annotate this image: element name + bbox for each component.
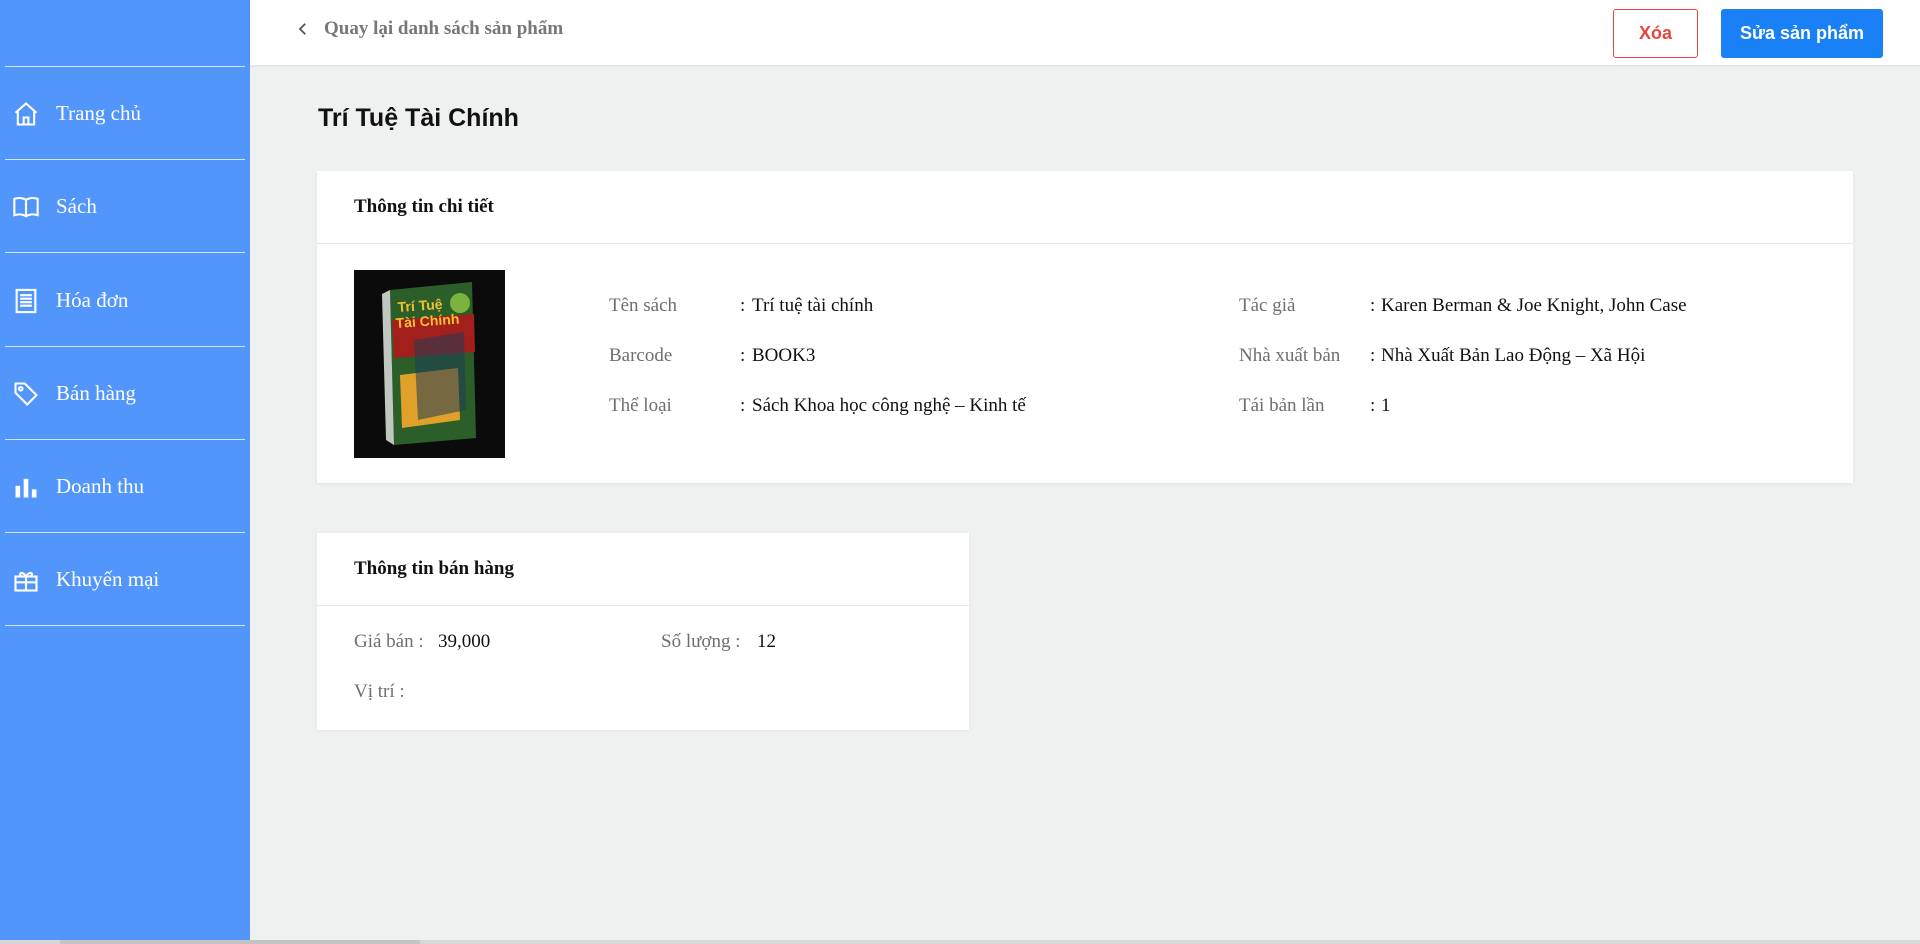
field-label-publisher: Nhà xuất bản [1239,345,1341,366]
page-title: Trí Tuệ Tài Chính [318,104,519,132]
field-value-edition: 1 [1381,395,1391,416]
sidebar-item-label: Hóa đơn [56,288,129,312]
book-icon [11,192,41,222]
horizontal-scrollbar[interactable] [0,940,1920,944]
price-label: Giá bán : [354,631,424,652]
bar-chart-icon [11,472,41,502]
sidebar-item-label: Khuyến mại [56,567,160,591]
field-value-publisher: Nhà Xuất Bản Lao Động – Xã Hội [1381,345,1646,366]
detail-card-header: Thông tin chi tiết [317,171,1853,244]
sidebar-item-promotions[interactable]: Khuyến mại [0,533,250,626]
back-link-label: Quay lại danh sách sản phẩm [324,18,564,39]
home-icon [11,99,41,129]
field-label-barcode: Barcode [609,345,673,366]
field-colon: : [740,395,746,416]
sidebar-item-label: Trang chủ [56,101,141,125]
field-colon: : [1370,395,1376,416]
sidebar-item-home[interactable]: Trang chủ [0,67,250,160]
back-link[interactable]: Quay lại danh sách sản phẩm [294,18,563,40]
sidebar-item-invoices[interactable]: Hóa đơn [0,254,250,347]
field-label-author: Tác giả [1239,295,1296,316]
field-colon: : [1370,345,1376,366]
tag-icon [11,379,41,409]
sales-card: Thông tin bán hàng Giá bán : 39,000 Số l… [317,533,969,730]
sidebar-item-books[interactable]: Sách [0,160,250,253]
sales-card-header: Thông tin bán hàng [317,533,969,606]
field-colon: : [740,295,746,316]
detail-card-title: Thông tin chi tiết [354,196,494,217]
sidebar-item-label: Doanh thu [56,474,145,498]
field-value-author: Karen Berman & Joe Knight, John Case [1381,295,1687,316]
field-colon: : [740,345,746,366]
field-label-name: Tên sách [609,295,678,316]
topbar: Quay lại danh sách sản phẩm Xóa Sửa sản … [250,0,1920,65]
quantity-label: Số lượng : [661,631,741,652]
sales-card-title: Thông tin bán hàng [354,558,514,579]
sidebar-item-sales[interactable]: Bán hàng [0,347,250,440]
field-value-name: Trí tuệ tài chính [752,295,874,316]
detail-card: Thông tin chi tiết Trí Tuệ Tài Chính Tên… [317,171,1853,483]
field-value-barcode: BOOK3 [752,345,816,366]
field-label-category: Thể loại [609,395,672,416]
location-label: Vị trí : [354,681,405,702]
field-colon: : [1370,295,1376,316]
receipt-icon [11,286,41,316]
scrollbar-thumb[interactable] [60,940,420,944]
field-label-edition: Tái bản lần [1239,395,1325,416]
price-value: 39,000 [438,631,491,652]
gift-icon [11,565,41,595]
delete-button[interactable]: Xóa [1613,9,1698,58]
sidebar: Trang chủ Sách Hóa đơn Bán hàng Doanh th… [0,0,250,944]
quantity-value: 12 [757,631,776,652]
sidebar-item-label: Sách [56,194,97,218]
sidebar-item-revenue[interactable]: Doanh thu [0,440,250,533]
book-cover-image: Trí Tuệ Tài Chính [354,270,505,458]
edit-product-button[interactable]: Sửa sản phẩm [1721,9,1883,58]
field-value-category: Sách Khoa học công nghệ – Kinh tế [752,395,1026,416]
sidebar-item-label: Bán hàng [56,381,136,405]
chevron-left-icon [298,23,306,35]
